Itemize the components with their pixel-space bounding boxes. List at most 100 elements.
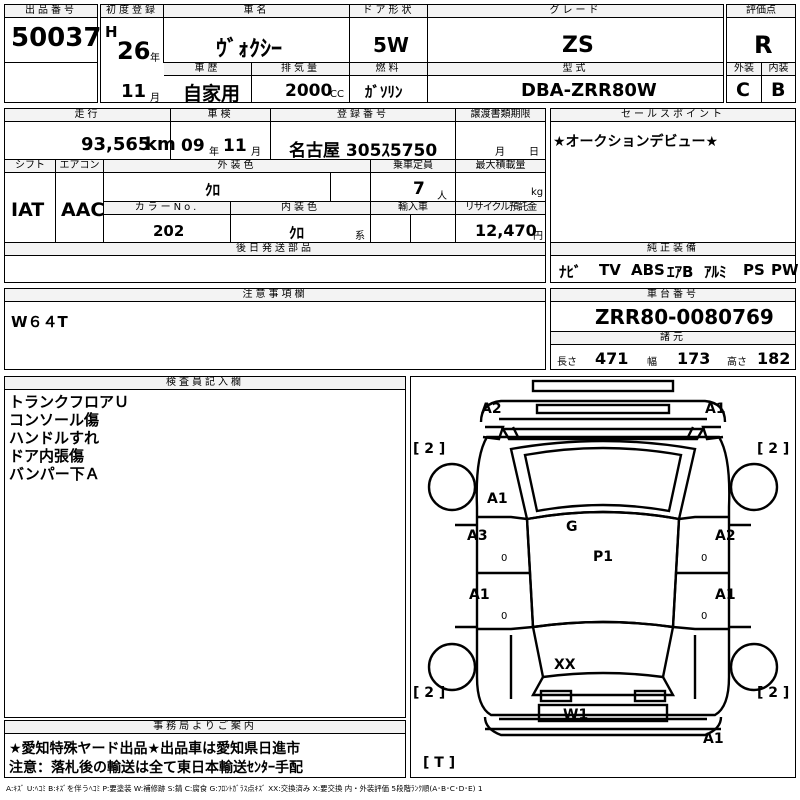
sales-point-label: セールスポイント [551, 109, 795, 122]
ext-score: C [736, 79, 750, 101]
damage-mark-rear-window: W1 [563, 707, 589, 723]
tire-tread-rr: [ 2 ] [757, 685, 790, 701]
sales-point-text: ★オークションデビュー★ [553, 134, 719, 150]
damage-mark-door-fl: A3 [467, 528, 488, 544]
lot-number: 50037 [11, 23, 102, 53]
mileage-label: 走行 [5, 109, 170, 122]
color-no: 202 [153, 222, 185, 240]
damage-sub-door-rl: 0 [501, 611, 508, 622]
inspection-label: 車検 [171, 109, 270, 122]
int-color-unit: 系 [355, 231, 365, 242]
fuel-label: 燃料 [350, 63, 427, 76]
tire-tread-fr: [ 2 ] [757, 441, 790, 457]
model-label: 型式 [428, 63, 723, 76]
damage-mark-fender-left: A1 [487, 491, 508, 507]
caution-box: 注意事項欄 W６４T [4, 288, 546, 370]
damage-mark-front-right: A1 [705, 401, 726, 417]
equipment-item: ﾅﾋﾞ [559, 263, 582, 281]
capacity: 7 [413, 179, 425, 199]
inspector-note: ドア内張傷 [9, 447, 85, 465]
caution-label: 注意事項欄 [5, 289, 545, 302]
fuel: ｶﾞｿﾘﾝ [365, 83, 403, 101]
damage-mark-door-rl: A1 [469, 587, 490, 603]
mileage-unit: km [145, 134, 176, 155]
car-diagram: A2 A1 A1 G P1 A3 0 A2 0 A1 0 A1 0 XX W1 … [410, 376, 796, 778]
lot-box: 出品番号 50037 [4, 4, 102, 103]
car-outline [427, 379, 779, 737]
displacement-label: 排気量 [252, 63, 349, 76]
ext-label: 外装 [727, 63, 761, 76]
int-color-label: 内装色 [231, 202, 370, 215]
damage-mark-rear-bumper: A1 [703, 731, 724, 747]
int-label: 内装 [762, 63, 795, 76]
month-unit: 月 [150, 93, 160, 104]
ext-color-label: 外装色 [104, 160, 370, 173]
ac: AAC [61, 199, 105, 221]
reg-month: 11 [121, 81, 147, 102]
int-score: B [771, 79, 786, 101]
damage-mark-roof: G [566, 519, 578, 535]
equipment-label: 純正装備 [551, 243, 795, 256]
era: H [105, 23, 118, 41]
ext-color: ｸﾛ [205, 181, 221, 199]
transfer-month-unit: 月 [495, 147, 505, 158]
equipment-box: 純正装備 ﾅﾋﾞ TV ABS ｴｱB ｱﾙﾐ PS PW [550, 242, 799, 283]
recycle-label: リサイクル預託金 [456, 202, 545, 215]
damage-mark-front-left: A2 [481, 401, 502, 417]
inspector-label: 検査員記入欄 [5, 377, 405, 390]
ac-label: エアコン [56, 160, 103, 173]
plate-label: 登録番号 [271, 109, 455, 122]
office-note: ★愛知特殊ヤード出品★出品車は愛知県日進市 [9, 741, 301, 757]
inspection-month: 11 [223, 136, 247, 156]
sales-point-box: セールスポイント ★オークションデビュー★ [550, 108, 796, 243]
office-note: 注意：落札後の輸送は全て東日本輸送ｾﾝﾀｰ手配 [9, 760, 303, 776]
capacity-label: 乗車定員 [371, 160, 455, 173]
car-name-label: 車名 [164, 5, 349, 18]
shift-label: シフト [5, 160, 55, 173]
equipment-item: PS [743, 261, 765, 279]
details-box: 走行 車検 登録番号 譲渡書類期限 93,565 km 09 年 11 月 名古… [4, 108, 546, 283]
score-box: 評価点 R 外装 内装 C B [726, 4, 796, 103]
displacement: 2000 [285, 81, 333, 101]
recycle-unit: 円 [533, 231, 543, 242]
damage-mark-center: P1 [593, 549, 614, 565]
transfer-day-unit: 日 [529, 147, 539, 158]
damage-sub-door-rr: 0 [701, 611, 708, 622]
spare-tire: [ T ] [423, 755, 456, 771]
tire-tread-rl: [ 2 ] [413, 685, 446, 701]
chassis-box: 車台番号 ZRR80-0080769 諸元 長さ 471 幅 173 高さ 18… [550, 288, 796, 370]
vehicle-info-box: 初度登録 車名 ドア形状 グレード H 26 年 ｳﾞｫｸｼｰ 5W ZS 車歴… [100, 4, 724, 105]
capacity-unit: 人 [437, 191, 447, 202]
damage-sub-door-fr: 0 [701, 553, 708, 564]
height: 182 [757, 349, 791, 368]
length-label: 長さ [557, 357, 577, 368]
width: 173 [677, 349, 711, 368]
damage-mark-door-rr: A1 [715, 587, 736, 603]
color-no-label: カラーNo. [104, 202, 230, 215]
office-box: 事務局よりご案内 ★愛知特殊ヤード出品★出品車は愛知県日進市 注意：落札後の輸送… [4, 720, 406, 778]
inspector-note: コンソール傷 [9, 411, 100, 429]
length: 471 [595, 349, 629, 368]
mileage: 93,565 [81, 134, 151, 155]
width-label: 幅 [647, 357, 657, 368]
max-load-unit: kg [531, 187, 544, 198]
damage-mark-door-fr: A2 [715, 528, 736, 544]
score-label: 評価点 [727, 5, 795, 18]
displacement-unit: CC [330, 89, 344, 100]
equipment-item: ｱﾙﾐ [704, 263, 727, 281]
equipment-item: ABS [631, 261, 665, 279]
caution-text: W６４T [11, 313, 68, 331]
import-label: 輸入車 [371, 202, 455, 215]
dims-label: 諸元 [551, 332, 795, 345]
history-label: 車歴 [164, 63, 251, 76]
grade-label: グレード [428, 5, 723, 18]
first-reg-label: 初度登録 [101, 5, 163, 18]
max-load-label: 最大積載量 [456, 160, 545, 173]
door-type: 5W [373, 33, 409, 57]
damage-mark-rear: XX [554, 657, 576, 673]
inspector-box: 検査員記入欄 トランクフロアＵ コンソール傷 ハンドルすれ ドア内張傷 バンパー… [4, 376, 406, 718]
equipment-item: TV [599, 261, 621, 279]
equipment-item: PW [771, 261, 799, 279]
model-code: DBA-ZRR80W [521, 80, 657, 101]
equipment-item: ｴｱB [667, 263, 694, 281]
